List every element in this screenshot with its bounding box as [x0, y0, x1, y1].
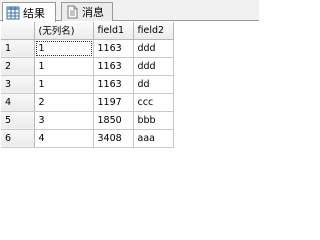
tab-messages-label: 消息: [82, 6, 104, 19]
table-cell[interactable]: 1: [34, 75, 94, 94]
table-cell[interactable]: 1850: [93, 111, 134, 130]
table-cell[interactable]: ddd: [133, 57, 174, 76]
table-cell[interactable]: ddd: [133, 39, 174, 58]
tab-results[interactable]: 结果: [2, 2, 56, 22]
table-cell[interactable]: ccc: [133, 93, 174, 112]
header-row: (无列名) field1 field2: [1, 22, 174, 40]
table-cell[interactable]: 1163: [93, 75, 134, 94]
tab-results-label: 结果: [23, 6, 45, 20]
table-cell[interactable]: dd: [133, 75, 174, 94]
table-row[interactable]: 1 1 1163 ddd: [1, 39, 174, 58]
row-number[interactable]: 3: [1, 75, 35, 94]
document-icon: [65, 5, 79, 19]
corner-header-cell[interactable]: [1, 22, 35, 40]
table-cell[interactable]: 2: [34, 93, 94, 112]
table-cell[interactable]: 1197: [93, 93, 134, 112]
column-header-field2[interactable]: field2: [133, 22, 174, 40]
table-row[interactable]: 4 2 1197 ccc: [1, 93, 174, 112]
table-cell[interactable]: 1: [34, 57, 94, 76]
row-number[interactable]: 5: [1, 111, 35, 130]
table-cell[interactable]: bbb: [133, 111, 174, 130]
row-number[interactable]: 1: [1, 39, 35, 58]
row-number[interactable]: 2: [1, 57, 35, 76]
table-cell[interactable]: 3: [34, 111, 94, 130]
tab-messages[interactable]: 消息: [61, 2, 113, 21]
table-row[interactable]: 6 4 3408 aaa: [1, 129, 174, 148]
table-cell[interactable]: 3408: [93, 129, 134, 148]
table-cell[interactable]: 4: [34, 129, 94, 148]
results-grid: (无列名) field1 field2 1 1 1163 ddd 2 1 116…: [1, 22, 174, 148]
results-tab-bar: 结果 消息: [0, 0, 259, 22]
table-row[interactable]: 5 3 1850 bbb: [1, 111, 174, 130]
grid-icon: [6, 6, 20, 20]
table-cell[interactable]: 1163: [93, 39, 134, 58]
column-header-field1[interactable]: field1: [93, 22, 134, 40]
column-header-no-name[interactable]: (无列名): [34, 22, 94, 40]
table-cell[interactable]: 1163: [93, 57, 134, 76]
table-cell[interactable]: aaa: [133, 129, 174, 148]
table-row[interactable]: 3 1 1163 dd: [1, 75, 174, 94]
table-row[interactable]: 2 1 1163 ddd: [1, 57, 174, 76]
row-number[interactable]: 4: [1, 93, 35, 112]
row-number[interactable]: 6: [1, 129, 35, 148]
table-cell[interactable]: 1: [34, 39, 94, 58]
